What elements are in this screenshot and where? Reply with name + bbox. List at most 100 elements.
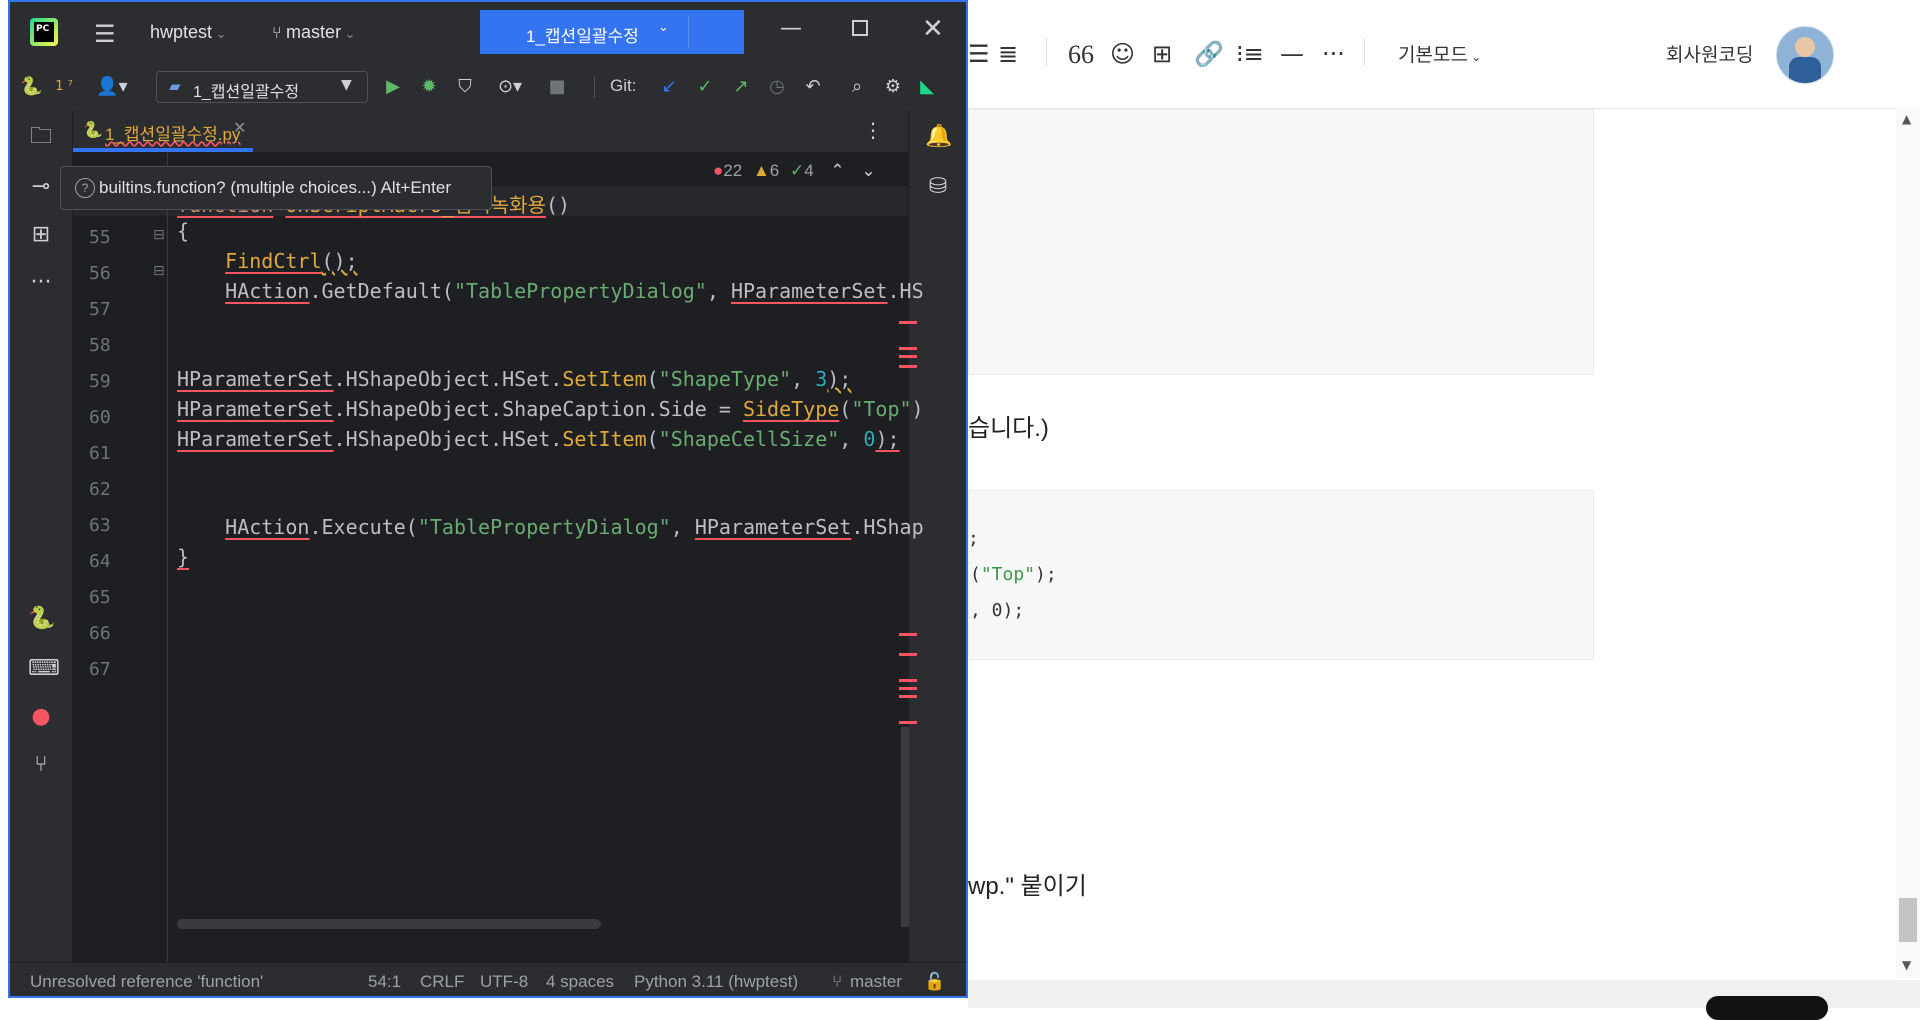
error-stripe-marker[interactable]	[899, 347, 917, 350]
settings-gear-icon[interactable]: ⚙	[882, 76, 904, 98]
lock-icon[interactable]: 🔓	[924, 972, 945, 992]
error-stripe-marker[interactable]	[899, 687, 917, 690]
ok-count: 4	[804, 161, 814, 180]
quick-fix-tooltip[interactable]: ? builtins.function? (multiple choices..…	[60, 166, 492, 210]
indent-setting[interactable]: 4 spaces	[546, 972, 614, 992]
tab-options-icon[interactable]: ⋮	[863, 118, 883, 142]
error-stripe-marker[interactable]	[899, 321, 917, 324]
maximize-icon[interactable]	[852, 20, 868, 36]
database-icon[interactable]: ⛁	[925, 174, 951, 200]
close: );	[875, 427, 900, 451]
number-arg: 3	[815, 367, 828, 391]
git-commit-icon[interactable]: ✓	[694, 76, 716, 98]
project-folder-icon[interactable]: 🗀	[28, 124, 54, 150]
project-icon[interactable]: 🐍	[20, 76, 42, 98]
left-tool-stripe: 🗀 ⊸ ⊞ ··· 🐍 ⌨ ● ⑂	[10, 110, 73, 962]
horizontal-rule-icon[interactable]: —	[1280, 40, 1304, 68]
git-icon[interactable]: ⑂	[28, 752, 54, 778]
error-stripe-marker[interactable]	[899, 633, 917, 636]
debug-icon[interactable]: ✹	[418, 76, 440, 98]
editor-tab[interactable]: 🐍 1_캡션일괄수정.py ✕	[73, 110, 253, 152]
problems-icon[interactable]: ●	[28, 704, 54, 730]
notifications-bell-icon[interactable]: 🔔	[925, 124, 952, 150]
error-stripe-marker[interactable]	[899, 365, 917, 368]
code-line-57: HAction.GetDefault("TablePropertyDialog"…	[177, 279, 924, 303]
git-history-icon[interactable]: ◷	[766, 76, 788, 98]
list-icon[interactable]: ⁝≡	[1236, 40, 1264, 68]
vertical-scrollbar-thumb[interactable]	[901, 727, 909, 927]
floating-button[interactable]	[1706, 996, 1828, 1020]
run-icon[interactable]: ▶	[382, 76, 404, 98]
avatar-body	[1789, 57, 1821, 83]
error-stripe-marker[interactable]	[899, 653, 917, 656]
stop-icon[interactable]: ■	[546, 76, 568, 98]
vcs-notification-icon[interactable]: 1 ⁷	[44, 76, 84, 98]
align-justify-icon[interactable]: ☰	[968, 40, 990, 68]
error-stripe-marker[interactable]	[899, 679, 917, 682]
avatar[interactable]	[1776, 26, 1834, 84]
commit-icon[interactable]: ⊸	[28, 174, 54, 200]
error-stripe-marker[interactable]	[899, 721, 917, 724]
interpreter[interactable]: Python 3.11 (hwptest)	[634, 972, 798, 992]
editor-mode-select[interactable]: 기본모드 ⌄	[1398, 40, 1481, 67]
fold-start-icon[interactable]: ⊟	[153, 227, 165, 243]
prev-highlight-icon[interactable]: ⌃	[830, 161, 844, 180]
file-encoding[interactable]: UTF-8	[480, 972, 528, 992]
more-icon[interactable]: ···	[1322, 40, 1345, 68]
code-editor[interactable]: 53 54 55 56 57 58 59 60 61 62 63 64 65 6…	[73, 153, 924, 962]
main-menu-icon[interactable]: ☰	[94, 20, 116, 48]
error-stripe-marker[interactable]	[899, 355, 917, 358]
sep: ,	[670, 515, 695, 539]
search-icon[interactable]: ⌕	[846, 76, 868, 98]
python-console-icon[interactable]: 🐍	[28, 606, 55, 632]
run-config-widget[interactable]: 1_캡션일괄수정 ⌄	[480, 10, 744, 54]
line-separator[interactable]: CRLF	[420, 972, 464, 992]
web-editor-toolbar: ☰ ≣ 66 ☺ ⊞ 🔗 ⁝≡ — ··· 기본모드 ⌄ 회사원코딩	[968, 0, 1920, 109]
link-icon[interactable]: 🔗	[1194, 40, 1224, 68]
horizontal-scrollbar-thumb[interactable]	[177, 919, 601, 929]
scrollbar-thumb[interactable]	[1899, 898, 1917, 942]
status-branch[interactable]: master	[850, 972, 902, 992]
coverage-icon[interactable]: ⛉	[454, 76, 476, 98]
caret-position[interactable]: 54:1	[368, 972, 401, 992]
app-logo-icon[interactable]: PC	[30, 18, 58, 46]
branch-selector[interactable]: ⑂ master ⌄	[272, 22, 356, 43]
sep: ,	[706, 279, 731, 303]
code-block	[968, 490, 1594, 660]
error-stripe-marker[interactable]	[899, 695, 917, 698]
terminal-icon[interactable]: ⌨	[28, 656, 60, 682]
quote-icon[interactable]: 66	[1068, 40, 1094, 70]
align-full-icon[interactable]: ≣	[998, 40, 1018, 68]
inspection-widget[interactable]: ●22 ▲6 ✓4 ⌃ ⌄	[713, 161, 876, 181]
ai-assistant-icon[interactable]: ◣	[916, 76, 938, 98]
rollback-icon[interactable]: ↶	[802, 76, 824, 98]
page-scrollbar[interactable]: ▲ ▼	[1896, 108, 1920, 978]
fold-end-icon[interactable]: ⊟	[153, 263, 165, 279]
scroll-up-icon[interactable]: ▲	[1902, 112, 1911, 126]
emoji-icon[interactable]: ☺	[1110, 40, 1135, 68]
git-update-icon[interactable]: ↙	[658, 76, 680, 98]
close-icon[interactable]: ✕	[922, 14, 944, 44]
open: (	[646, 367, 659, 391]
profile-icon[interactable]: ⊙▾	[490, 76, 530, 98]
git-push-icon[interactable]: ↗	[730, 76, 752, 98]
git-label: Git:	[610, 76, 637, 95]
tail: .HS	[887, 279, 924, 303]
table-icon[interactable]: ⊞	[1152, 40, 1172, 68]
warning-count: 6	[769, 161, 780, 180]
open: (	[839, 397, 852, 421]
run-config-chevron-icon: ⌄	[658, 20, 669, 35]
user-switch-icon[interactable]: 👤▾	[92, 76, 132, 98]
next-highlight-icon[interactable]: ⌄	[861, 161, 875, 180]
line-number: 63	[89, 515, 111, 536]
editor-mode-label: 기본모드	[1398, 45, 1468, 66]
tab-close-icon[interactable]: ✕	[233, 118, 246, 137]
code2-open: (	[970, 564, 981, 585]
run-config-combo[interactable]: ▰ 1_캡션일괄수정 ▼	[156, 71, 368, 103]
more-tools-icon[interactable]: ···	[28, 270, 54, 296]
minimize-icon[interactable]: —	[780, 16, 802, 41]
hparameterset-ref: HParameterSet	[730, 279, 888, 303]
project-selector[interactable]: hwptest ⌄	[150, 22, 227, 43]
structure-icon[interactable]: ⊞	[28, 222, 54, 248]
scroll-down-icon[interactable]: ▼	[1902, 958, 1911, 972]
